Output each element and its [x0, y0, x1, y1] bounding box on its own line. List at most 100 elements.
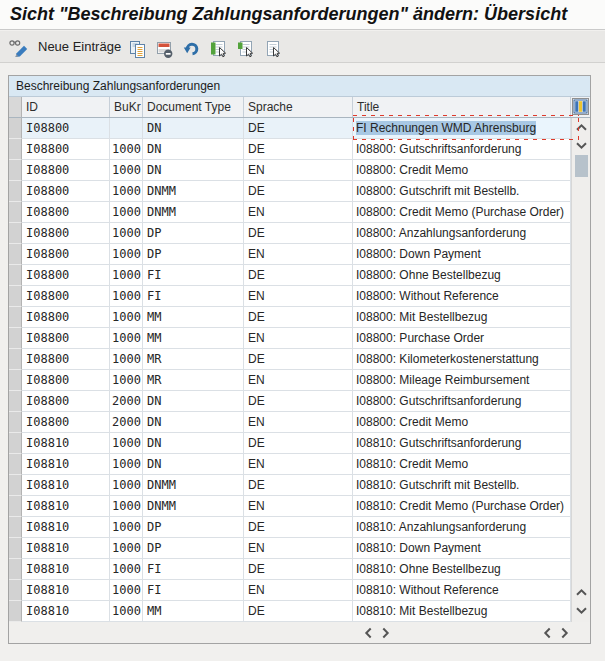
row-selector[interactable]	[9, 538, 22, 559]
cell-sprache[interactable]: DE	[244, 139, 353, 160]
cell-id[interactable]: I08800	[22, 370, 110, 391]
cell-id[interactable]: I08800	[22, 139, 110, 160]
cell-sprache[interactable]: DE	[244, 118, 353, 139]
cell-id[interactable]: I08800	[22, 244, 110, 265]
row-selector[interactable]	[9, 223, 22, 244]
cell-bukr[interactable]: 1000	[110, 202, 143, 223]
cell-bukr[interactable]: 1000	[110, 370, 143, 391]
cell-id[interactable]: I08810	[22, 538, 110, 559]
cell-bukr[interactable]: 1000	[110, 601, 143, 622]
cell-title[interactable]: I08800: Purchase Order	[353, 328, 571, 349]
cell-sprache[interactable]: DE	[244, 307, 353, 328]
row-selector[interactable]	[9, 496, 22, 517]
undo-button[interactable]	[182, 40, 201, 59]
cell-sprache[interactable]: DE	[244, 349, 353, 370]
cell-sprache[interactable]: DE	[244, 223, 353, 244]
cell-id[interactable]: I08810	[22, 475, 110, 496]
cell-id[interactable]: I08800	[22, 118, 110, 139]
copy-entries-button[interactable]	[128, 40, 147, 59]
scroll-right-button[interactable]	[377, 626, 392, 640]
row-selector[interactable]	[9, 559, 22, 580]
cell-title[interactable]: FI Rechnungen WMD Ahrensburg	[353, 118, 571, 139]
column-header-sprache[interactable]: Sprache	[244, 97, 353, 117]
column-header-id[interactable]: ID	[22, 97, 110, 117]
cell-bukr[interactable]: 1000	[110, 538, 143, 559]
cell-sprache[interactable]: EN	[244, 328, 353, 349]
row-selector[interactable]	[9, 181, 22, 202]
cell-title[interactable]: I08800: Credit Memo	[353, 160, 571, 181]
cell-document-type[interactable]: FI	[143, 265, 244, 286]
cell-sprache[interactable]: DE	[244, 475, 353, 496]
cell-sprache[interactable]: DE	[244, 181, 353, 202]
cell-title[interactable]: I08800: Kilometerkostenerstattung	[353, 349, 571, 370]
cell-id[interactable]: I08810	[22, 433, 110, 454]
display-change-button[interactable]	[7, 37, 31, 61]
cell-title[interactable]: I08800: Ohne Bestellbezug	[353, 265, 571, 286]
cell-document-type[interactable]: DN	[143, 412, 244, 433]
select-all-rows-header[interactable]	[9, 97, 22, 117]
cell-id[interactable]: I08800	[22, 286, 110, 307]
cell-document-type[interactable]: FI	[143, 580, 244, 601]
cell-document-type[interactable]: DN	[143, 433, 244, 454]
cell-title[interactable]: I08800: Gutschrift mit Bestellb.	[353, 181, 571, 202]
scroll-left-button[interactable]	[362, 626, 377, 640]
cell-title[interactable]: I08810: Mit Bestellbezug	[353, 601, 571, 622]
cell-sprache[interactable]: EN	[244, 412, 353, 433]
delete-row-button[interactable]	[155, 40, 174, 59]
cell-document-type[interactable]: DP	[143, 223, 244, 244]
cell-document-type[interactable]: FI	[143, 286, 244, 307]
cell-title[interactable]: I08810: Ohne Bestellbezug	[353, 559, 571, 580]
cell-bukr[interactable]: 1000	[110, 328, 143, 349]
cell-title[interactable]: I08800: Credit Memo	[353, 412, 571, 433]
cell-id[interactable]: I08810	[22, 517, 110, 538]
cell-sprache[interactable]: DE	[244, 517, 353, 538]
row-selector[interactable]	[9, 286, 22, 307]
cell-id[interactable]: I08810	[22, 601, 110, 622]
cell-bukr[interactable]: 1000	[110, 265, 143, 286]
vertical-scrollbar-thumb[interactable]	[575, 155, 588, 177]
cell-bukr[interactable]: 1000	[110, 475, 143, 496]
cell-id[interactable]: I08810	[22, 580, 110, 601]
cell-document-type[interactable]: DNMM	[143, 181, 244, 202]
cell-sprache[interactable]: EN	[244, 202, 353, 223]
cell-id[interactable]: I08800	[22, 202, 110, 223]
page-down-button[interactable]	[574, 603, 589, 617]
new-entries-button[interactable]: Neue Einträge	[38, 31, 121, 62]
cell-id[interactable]: I08800	[22, 181, 110, 202]
column-header-title[interactable]: Title	[353, 97, 571, 117]
page-up-button[interactable]	[574, 586, 589, 600]
cell-bukr[interactable]: 1000	[110, 433, 143, 454]
cell-sprache[interactable]: EN	[244, 454, 353, 475]
cell-title[interactable]: I08810: Gutschriftsanforderung	[353, 433, 571, 454]
row-selector[interactable]	[9, 307, 22, 328]
cell-document-type[interactable]: DNMM	[143, 475, 244, 496]
cell-title[interactable]: I08800: Gutschriftsanforderung	[353, 391, 571, 412]
row-selector[interactable]	[9, 349, 22, 370]
cell-bukr[interactable]: 1000	[110, 517, 143, 538]
cell-title[interactable]: I08800: Without Reference	[353, 286, 571, 307]
cell-document-type[interactable]: DN	[143, 118, 244, 139]
cell-id[interactable]: I08800	[22, 160, 110, 181]
cell-bukr[interactable]: 1000	[110, 307, 143, 328]
cell-title[interactable]: I08800: Credit Memo (Purchase Order)	[353, 202, 571, 223]
cell-title[interactable]: I08800: Gutschriftsanforderung	[353, 139, 571, 160]
row-selector[interactable]	[9, 454, 22, 475]
cell-bukr[interactable]: 1000	[110, 181, 143, 202]
cell-document-type[interactable]: MR	[143, 349, 244, 370]
row-selector[interactable]	[9, 601, 22, 622]
deselect-all-button[interactable]	[263, 40, 282, 59]
cell-bukr[interactable]	[110, 118, 143, 139]
cell-sprache[interactable]: EN	[244, 538, 353, 559]
cell-bukr[interactable]: 2000	[110, 391, 143, 412]
cell-bukr[interactable]: 1000	[110, 580, 143, 601]
row-selector[interactable]	[9, 580, 22, 601]
cell-bukr[interactable]: 1000	[110, 160, 143, 181]
cell-id[interactable]: I08800	[22, 223, 110, 244]
cell-title[interactable]: I08810: Without Reference	[353, 580, 571, 601]
cell-title[interactable]: I08800: Mit Bestellbezug	[353, 307, 571, 328]
scroll-right-button-right[interactable]	[556, 626, 571, 640]
row-selector[interactable]	[9, 517, 22, 538]
cell-id[interactable]: I08810	[22, 454, 110, 475]
cell-id[interactable]: I08800	[22, 391, 110, 412]
cell-sprache[interactable]: EN	[244, 160, 353, 181]
